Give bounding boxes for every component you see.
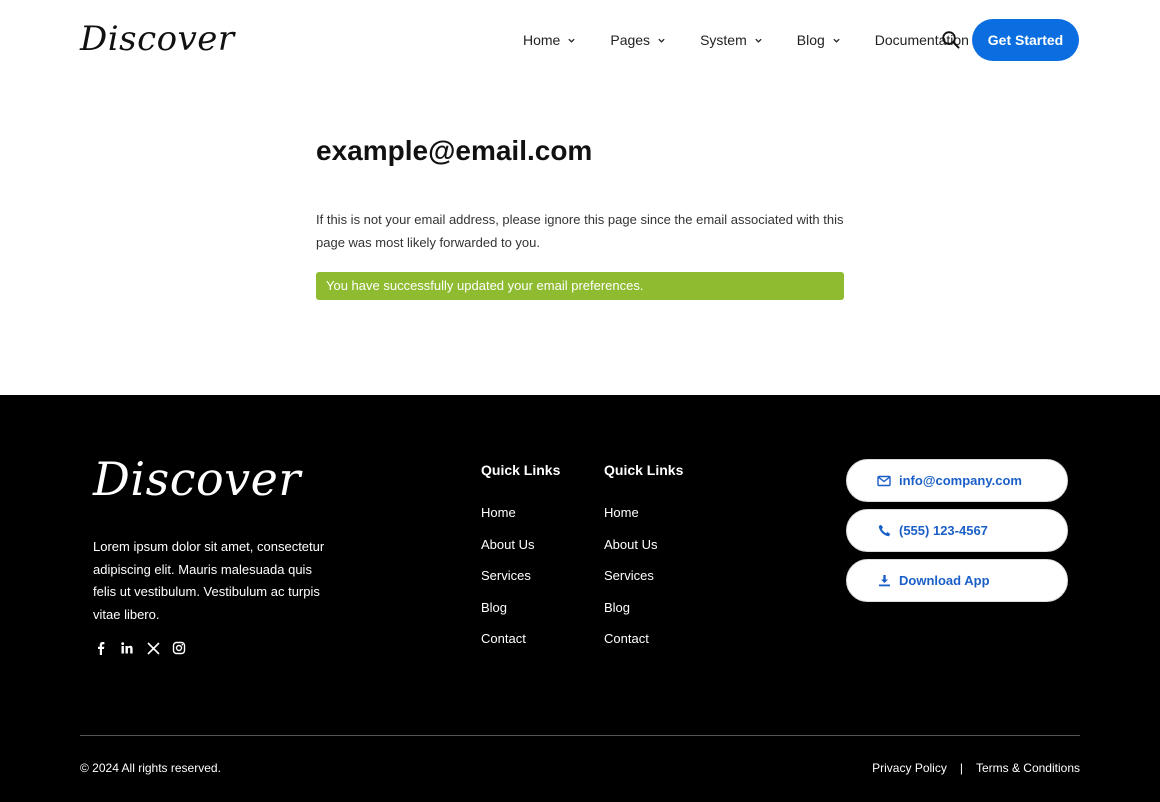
legal-separator: | [959, 761, 963, 775]
facebook-icon[interactable] [93, 640, 109, 656]
chevron-down-icon [833, 38, 840, 43]
email-contact-label: info@company.com [899, 473, 1022, 488]
terms-conditions-link[interactable]: Terms & Conditions [976, 761, 1080, 775]
footer-links-column: Quick Links Home About Us Services Blog … [481, 461, 560, 661]
footer-link-blog[interactable]: Blog [481, 600, 507, 615]
phone-contact-label: (555) 123-4567 [899, 523, 988, 538]
x-icon[interactable] [145, 640, 161, 656]
footer-link-home[interactable]: Home [604, 505, 639, 520]
nav-item-label: Blog [796, 32, 825, 48]
success-alert: You have successfully updated your email… [316, 272, 844, 300]
chevron-down-icon [568, 38, 576, 43]
footer-link-services[interactable]: Services [481, 568, 531, 583]
copyright-text: © 2024 All rights reserved. [80, 761, 221, 775]
nav-item-home[interactable]: Home [523, 32, 576, 48]
column-title: Quick Links [481, 462, 561, 478]
email-notice: If this is not your email address, pleas… [316, 212, 844, 250]
site-header: Discover Home Pages System Blog Document… [0, 0, 1160, 80]
footer-logo[interactable]: Discover [93, 452, 301, 506]
email-contact-button[interactable]: info@company.com [846, 459, 1068, 502]
social-links [93, 640, 197, 656]
footer-divider [80, 735, 1080, 736]
download-icon [877, 574, 891, 588]
footer-about-text: Lorem ipsum dolor sit amet, consectetur … [93, 539, 325, 622]
email-heading: example@email.com [316, 135, 593, 166]
nav-item-system[interactable]: System [700, 32, 763, 48]
nav-item-pages[interactable]: Pages [610, 32, 666, 48]
footer-link-home[interactable]: Home [481, 505, 516, 520]
footer-link-contact[interactable]: Contact [481, 631, 526, 646]
nav-item-label: System [700, 32, 747, 48]
brand-logo[interactable]: Discover [80, 19, 235, 59]
nav-item-label: Pages [610, 32, 651, 48]
envelope-icon [877, 474, 891, 488]
column-title: Quick Links [604, 462, 684, 478]
footer-link-blog[interactable]: Blog [604, 600, 630, 615]
footer-links-column: Quick Links Home About Us Services Blog … [604, 461, 683, 661]
nav-item-label: Home [523, 32, 561, 48]
legal-links: Privacy Policy | Terms & Conditions [872, 761, 1080, 775]
privacy-policy-link[interactable]: Privacy Policy [872, 761, 947, 775]
linkedin-icon[interactable] [119, 640, 135, 656]
download-app-label: Download App [899, 573, 990, 588]
nav-item-blog[interactable]: Blog [797, 32, 841, 48]
chevron-down-icon [658, 38, 665, 43]
phone-icon [877, 524, 891, 538]
footer-link-contact[interactable]: Contact [604, 631, 649, 646]
main-nav: Home Pages System Blog Documentation [523, 30, 969, 50]
footer-link-about[interactable]: About Us [481, 537, 534, 552]
instagram-icon[interactable] [171, 640, 187, 656]
download-app-button[interactable]: Download App [846, 559, 1068, 602]
site-footer: Discover Lorem ipsum dolor sit amet, con… [0, 395, 1160, 802]
chevron-down-icon [755, 38, 762, 43]
get-started-button[interactable]: Get Started [972, 19, 1079, 61]
phone-contact-button[interactable]: (555) 123-4567 [846, 509, 1068, 552]
footer-link-services[interactable]: Services [604, 568, 654, 583]
search-icon[interactable] [941, 30, 961, 50]
footer-link-about[interactable]: About Us [604, 537, 657, 552]
